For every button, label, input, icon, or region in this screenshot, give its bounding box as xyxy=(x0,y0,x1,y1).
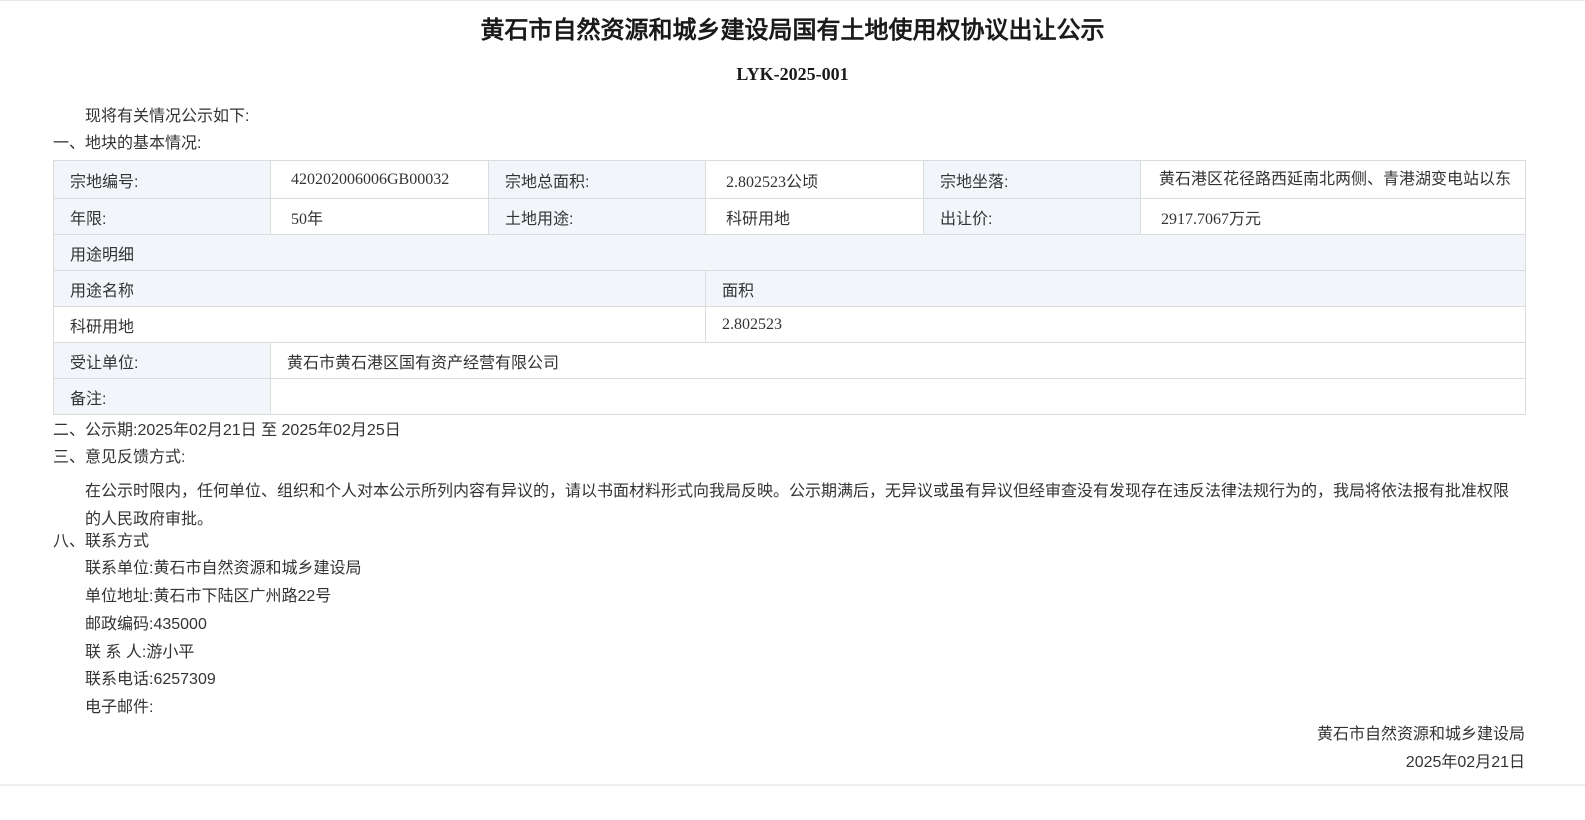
assignee-label: 受让单位: xyxy=(53,342,271,379)
email-label: 电子邮件: xyxy=(85,699,154,716)
use-area-header: 面积 xyxy=(705,270,1526,307)
contact-unit-line: 联系单位:黄石市自然资源和城乡建设局 xyxy=(85,557,361,581)
document-number: LYK-2025-001 xyxy=(736,64,849,84)
bottom-divider xyxy=(0,784,1585,786)
assignee-value: 黄石市黄石港区国有资产经营有限公司 xyxy=(270,342,1526,379)
use-name-header: 用途名称 xyxy=(53,270,706,307)
table-row: 用途名称 面积 xyxy=(53,270,1526,307)
contact-person-value: 游小平 xyxy=(146,644,195,661)
section2-line: 二、公示期:2025年02月21日 至 2025年02月25日 xyxy=(53,419,401,443)
term-label: 年限: xyxy=(53,198,271,235)
section3-heading: 三、意见反馈方式: xyxy=(53,449,186,466)
section2-heading: 二、公示期: xyxy=(53,422,138,439)
contact-unit-label: 联系单位: xyxy=(85,560,154,577)
publicity-period: 2025年02月21日 至 2025年02月25日 xyxy=(137,422,401,439)
table-row: 用途明细 xyxy=(53,234,1526,271)
remark-label: 备注: xyxy=(53,378,271,415)
term-value: 50年 xyxy=(270,198,489,235)
postcode-value: 435000 xyxy=(153,616,207,633)
table-row: 科研用地 2.802523 xyxy=(53,306,1526,343)
table-row: 备注: xyxy=(53,378,1526,415)
email-line: 电子邮件: xyxy=(85,696,153,720)
section8-heading: 八、联系方式 xyxy=(53,533,150,550)
signature-date: 2025年02月21日 xyxy=(1405,754,1525,771)
table-row: 年限: 50年 土地用途: 科研用地 出让价: 2917.7067万元 xyxy=(53,198,1526,235)
address-line: 单位地址:黄石市下陆区广州路22号 xyxy=(85,585,331,609)
contact-person-line: 联 系 人:游小平 xyxy=(85,641,194,665)
address-value: 黄石市下陆区广州路22号 xyxy=(153,588,332,605)
price-value: 2917.7067万元 xyxy=(1140,198,1526,235)
remark-value xyxy=(270,378,1526,415)
section1-heading: 一、地块的基本情况: xyxy=(53,135,202,152)
table-row: 宗地编号: 420202006006GB00032 宗地总面积: 2.80252… xyxy=(53,160,1526,199)
signature-org: 黄石市自然资源和城乡建设局 xyxy=(1316,726,1525,743)
address-label: 单位地址: xyxy=(85,588,154,605)
postcode-label: 邮政编码: xyxy=(85,616,154,633)
contact-person-label: 联 系 人: xyxy=(85,644,147,661)
price-label: 出让价: xyxy=(923,198,1141,235)
area-value: 2.802523公顷 xyxy=(705,160,924,199)
area-value-text: 2.802523公顷 xyxy=(726,173,819,191)
phone-value: 6257309 xyxy=(153,671,216,688)
contact-unit-value: 黄石市自然资源和城乡建设局 xyxy=(153,560,362,577)
postcode-line: 邮政编码:435000 xyxy=(85,613,207,637)
use-value: 科研用地 xyxy=(705,198,924,235)
feedback-paragraph: 在公示时限内，任何单位、组织和个人对本公示所列内容有异议的，请以书面材料形式向我… xyxy=(85,483,1510,528)
top-divider xyxy=(0,0,1585,1)
location-value: 黄石港区花径路西延南北两侧、青港湖变电站以东 xyxy=(1140,160,1526,199)
page-title: 黄石市自然资源和城乡建设局国有土地使用权协议出让公示 xyxy=(480,17,1105,44)
parcel-no-label: 宗地编号: xyxy=(53,160,271,199)
use-detail-label: 用途明细 xyxy=(53,234,1526,271)
area-label: 宗地总面积: xyxy=(488,160,706,199)
parcel-info-table: 宗地编号: 420202006006GB00032 宗地总面积: 2.80252… xyxy=(53,160,1526,415)
parcel-no-value: 420202006006GB00032 xyxy=(270,160,489,199)
use-row-name: 科研用地 xyxy=(53,306,706,343)
intro-text: 现将有关情况公示如下: xyxy=(85,108,250,125)
location-label: 宗地坐落: xyxy=(923,160,1141,199)
phone-label: 联系电话: xyxy=(85,671,154,688)
table-row: 受让单位: 黄石市黄石港区国有资产经营有限公司 xyxy=(53,342,1526,379)
use-label: 土地用途: xyxy=(488,198,706,235)
phone-line: 联系电话:6257309 xyxy=(85,668,216,692)
use-row-area: 2.802523 xyxy=(705,306,1526,343)
